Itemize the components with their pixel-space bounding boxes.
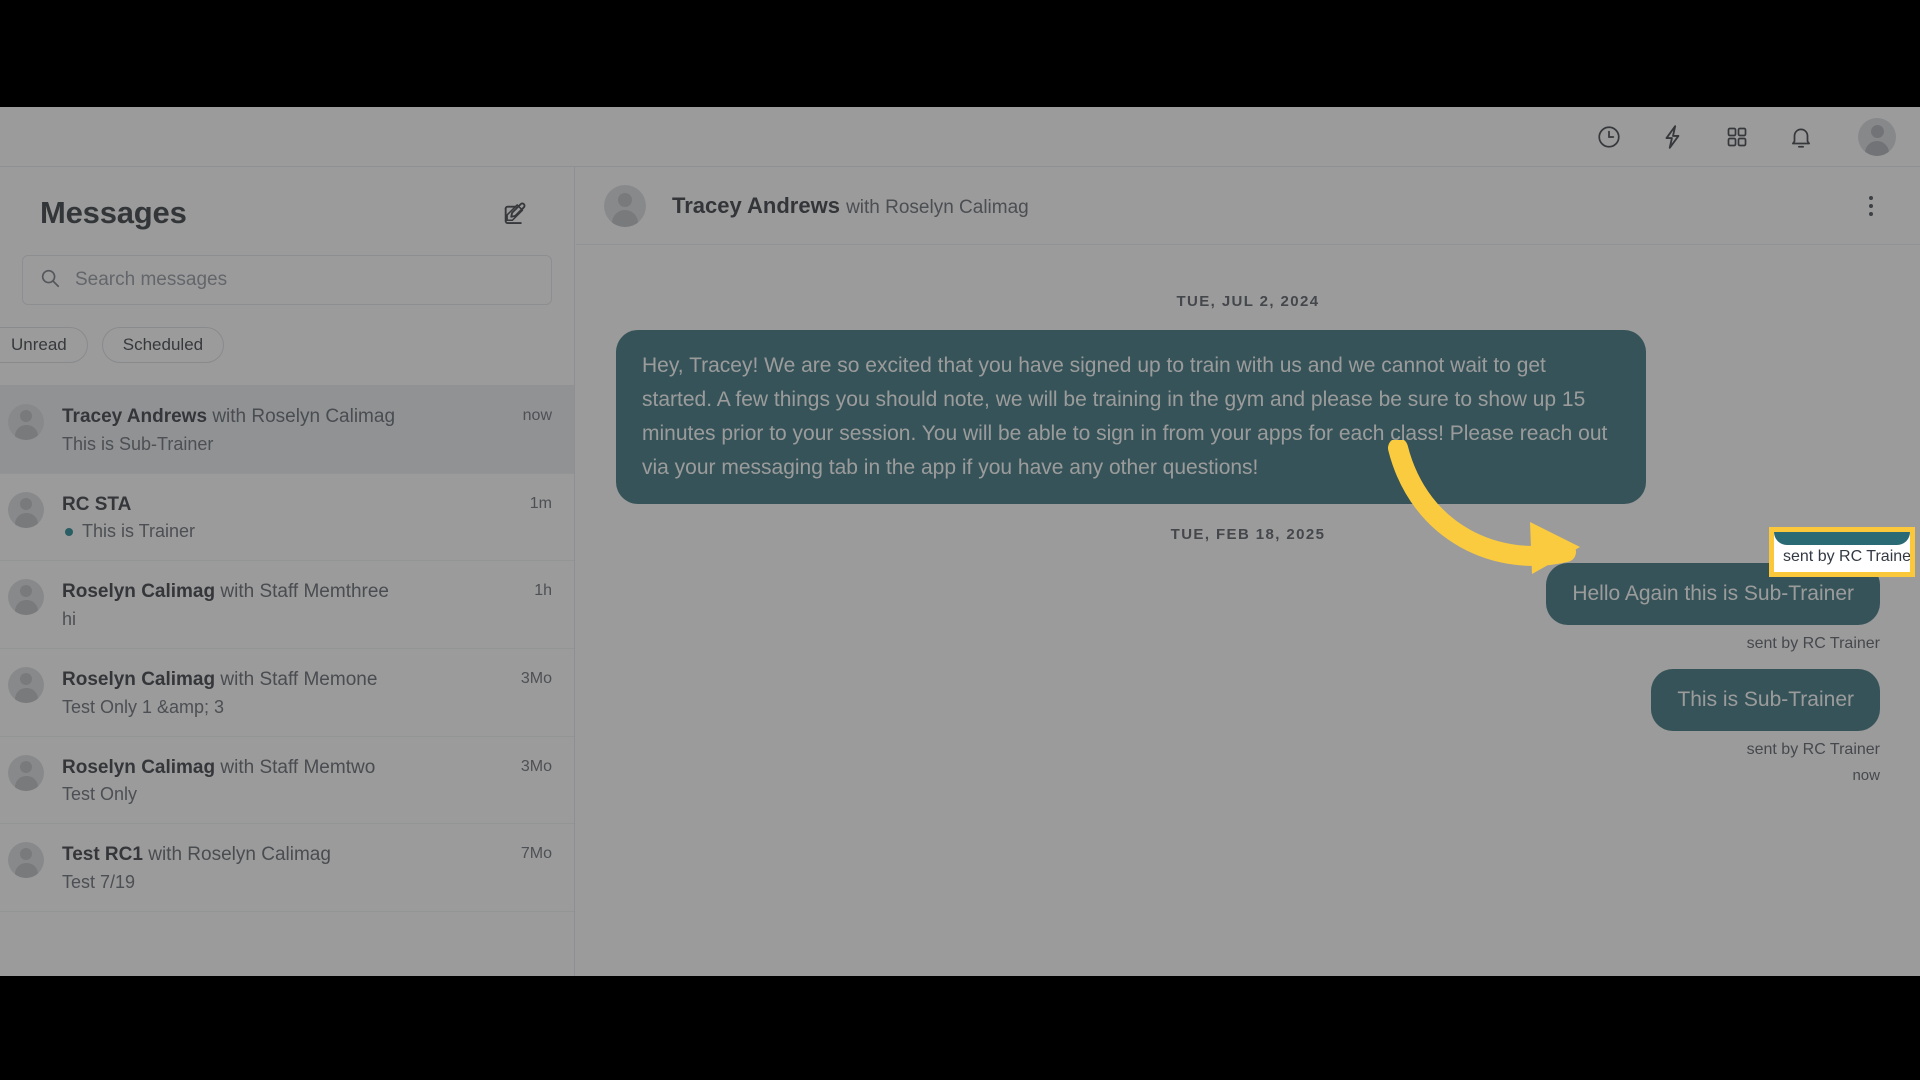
- conversation-title: Roselyn Calimag with Staff Memthree: [62, 579, 490, 605]
- search-bar[interactable]: [22, 255, 552, 305]
- topbar-icon-group: [1596, 117, 1896, 156]
- top-navigation-bar: [0, 107, 1920, 167]
- apps-grid-icon[interactable]: [1724, 124, 1750, 150]
- conversation-timestamp: 3Mo: [520, 669, 552, 687]
- avatar: [8, 491, 44, 528]
- conversation-timestamp: 1h: [534, 582, 552, 600]
- conversation-preview-text: Test Only: [62, 784, 138, 805]
- conversation-with: with Staff Memtwo: [220, 756, 376, 778]
- message-bubble: Hey, Tracey! We are so excited that you …: [616, 330, 1646, 505]
- compose-message-icon[interactable]: [498, 196, 532, 230]
- conversation-who: RC STA: [62, 493, 132, 515]
- conversation-with: with Roselyn Calimag: [212, 406, 396, 427]
- sidebar-header: Messages: [0, 167, 574, 249]
- conversation-list-item[interactable]: Roselyn Calimag with Staff Memthree hi 1…: [0, 561, 574, 649]
- avatar: [8, 842, 44, 879]
- avatar: [604, 184, 646, 227]
- messages-sidebar: Messages Search messages Unread Schedule…: [0, 167, 575, 976]
- conversation-text: Roselyn Calimag with Staff Memtwo Test O…: [62, 755, 490, 806]
- bell-icon[interactable]: [1788, 124, 1814, 150]
- conversation-list-item[interactable]: Roselyn Calimag with Staff Memtwo Test O…: [0, 737, 574, 825]
- filter-chip-unread[interactable]: Unread: [0, 327, 88, 363]
- kebab-dot: [1869, 195, 1873, 200]
- search-icon: [39, 267, 61, 294]
- app-viewport: Messages Search messages Unread Schedule…: [0, 107, 1920, 976]
- message-row: Hello Again this is Sub-Trainer: [616, 563, 1880, 626]
- page-title: Messages: [40, 195, 187, 230]
- lightning-bolt-icon[interactable]: [1660, 124, 1686, 150]
- conversation-with: with Staff Memthree: [220, 581, 389, 603]
- conversation-preview-text: Test 7/19: [62, 871, 136, 892]
- avatar: [8, 579, 44, 616]
- more-options-icon[interactable]: [1858, 191, 1884, 221]
- conversation-preview: Test 7/19: [62, 872, 490, 893]
- message-thread-pane: Tracey Andrews with Roselyn Calimag TUE,…: [576, 167, 1920, 976]
- conversation-preview: This is Sub-Trainer: [62, 434, 490, 455]
- thread-message-area: TUE, JUL 2, 2024 Hey, Tracey! We are so …: [576, 245, 1920, 976]
- bubble-tail-strip: [1774, 532, 1910, 545]
- conversation-preview: hi: [62, 609, 490, 630]
- thread-with: with Roselyn Calimag: [846, 196, 1029, 218]
- conversation-who: Tracey Andrews: [62, 406, 208, 427]
- conversation-text: Tracey Andrews with Roselyn Calimag This…: [62, 404, 490, 455]
- conversation-list-item[interactable]: Tracey Andrews with Roselyn Calimag This…: [0, 386, 574, 474]
- screenshot-stage: Messages Search messages Unread Schedule…: [0, 0, 1920, 1080]
- conversation-with: with Staff Memone: [220, 668, 378, 690]
- conversation-title: Roselyn Calimag with Staff Memtwo: [62, 755, 490, 781]
- conversation-title: RC STA: [62, 492, 490, 518]
- conversation-preview-text: Test Only 1 &amp; 3: [62, 696, 225, 717]
- highlighted-sent-by-text: sent by RC Trainer: [1783, 547, 1915, 565]
- conversation-timestamp: 1m: [529, 494, 552, 512]
- conversation-timestamp: 7Mo: [520, 845, 552, 863]
- conversation-list-item[interactable]: Test RC1 with Roselyn Calimag Test 7/19 …: [0, 824, 574, 912]
- filter-chip-scheduled[interactable]: Scheduled: [101, 327, 225, 363]
- date-separator: TUE, JUL 2, 2024: [1176, 293, 1320, 310]
- thread-who: Tracey Andrews: [672, 192, 840, 218]
- conversation-preview-text: This is Trainer: [82, 521, 196, 542]
- conversation-text: Test RC1 with Roselyn Calimag Test 7/19: [62, 842, 490, 893]
- conversation-preview: This is Trainer: [62, 521, 490, 542]
- conversation-preview-text: This is Sub-Trainer: [62, 433, 214, 454]
- conversation-timestamp: 3Mo: [520, 757, 552, 775]
- conversation-with: with Roselyn Calimag: [148, 844, 331, 866]
- clock-icon[interactable]: [1596, 124, 1622, 150]
- conversation-preview-text: hi: [62, 608, 77, 629]
- conversation-timestamp: now: [522, 407, 552, 424]
- conversation-list: Tracey Andrews with Roselyn Calimag This…: [0, 386, 574, 912]
- user-avatar[interactable]: [1858, 117, 1896, 156]
- conversation-list-item[interactable]: Roselyn Calimag with Staff Memone Test O…: [0, 649, 574, 737]
- message-sent-by-label: sent by RC Trainer: [1746, 741, 1880, 759]
- conversation-who: Roselyn Calimag: [62, 668, 216, 690]
- conversation-preview: Test Only 1 &amp; 3: [62, 697, 490, 718]
- conversation-title: Test RC1 with Roselyn Calimag: [62, 842, 490, 868]
- avatar: [8, 404, 44, 440]
- date-separator: TUE, FEB 18, 2025: [1170, 526, 1326, 544]
- filter-chip-row: Unread Scheduled: [0, 305, 574, 386]
- conversation-text: Roselyn Calimag with Staff Memone Test O…: [62, 667, 490, 718]
- message-row: This is Sub-Trainer: [616, 669, 1880, 732]
- kebab-dot: [1869, 203, 1873, 208]
- message-row: Hey, Tracey! We are so excited that you …: [616, 330, 1880, 505]
- conversation-who: Test RC1: [62, 844, 143, 866]
- kebab-dot: [1869, 211, 1873, 216]
- conversation-text: RC STA This is Trainer: [62, 492, 490, 543]
- conversation-list-item[interactable]: RC STA This is Trainer 1m: [0, 474, 574, 562]
- highlighted-sent-by-callout: sent by RC Trainer: [1769, 527, 1915, 577]
- message-timestamp: now: [1852, 767, 1880, 785]
- conversation-who: Roselyn Calimag: [62, 756, 216, 778]
- avatar: [8, 666, 44, 703]
- unread-indicator-dot: [65, 527, 73, 536]
- conversation-text: Roselyn Calimag with Staff Memthree hi: [62, 579, 490, 630]
- message-bubble: This is Sub-Trainer: [1651, 669, 1880, 732]
- conversation-title: Roselyn Calimag with Staff Memone: [62, 667, 490, 693]
- thread-title: Tracey Andrews with Roselyn Calimag: [672, 193, 1858, 219]
- avatar: [8, 754, 44, 791]
- conversation-who: Roselyn Calimag: [62, 581, 216, 603]
- message-sent-by-label: sent by RC Trainer: [1746, 635, 1880, 653]
- search-input[interactable]: [75, 269, 535, 291]
- conversation-title: Tracey Andrews with Roselyn Calimag: [62, 404, 490, 430]
- conversation-preview: Test Only: [62, 784, 490, 805]
- thread-header: Tracey Andrews with Roselyn Calimag: [576, 167, 1920, 245]
